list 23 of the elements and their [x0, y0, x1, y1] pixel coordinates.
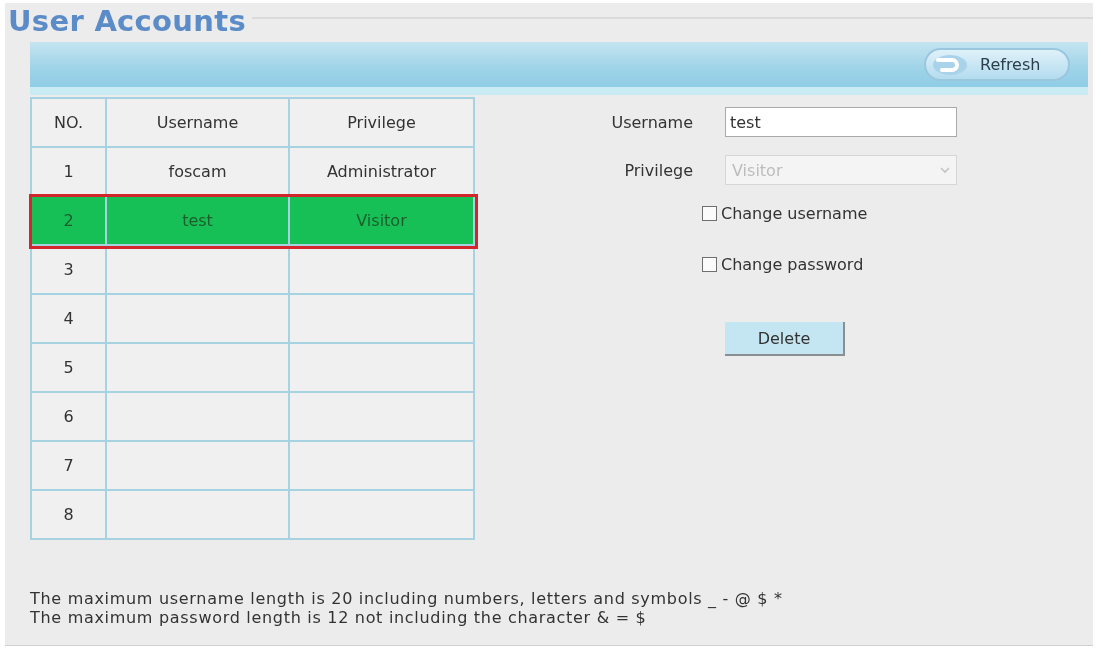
note-text: The maximum password length is 12 not including the character & = $: [30, 608, 647, 627]
table-cell: test: [107, 197, 290, 246]
table-row[interactable]: 3: [32, 246, 475, 295]
refresh-button[interactable]: Refresh: [924, 48, 1070, 81]
table-row[interactable]: 5: [32, 344, 475, 393]
table-row[interactable]: 8: [32, 491, 475, 540]
checkbox[interactable]: [702, 256, 717, 272]
page-title: User Accounts: [8, 4, 246, 38]
table-cell: 2: [32, 197, 107, 246]
table-cell: 8: [32, 491, 107, 540]
checkbox[interactable]: [702, 205, 717, 221]
table-row[interactable]: 1 foscam Administrator: [32, 148, 475, 197]
note-text: The maximum username length is 20 including numbers, letters and symbols _ - @ $ *: [30, 589, 783, 608]
delete-button[interactable]: Delete: [725, 322, 845, 356]
checkbox-label: Change password: [721, 254, 864, 274]
table-row[interactable]: 4: [32, 295, 475, 344]
field-label: Privilege: [623, 160, 693, 180]
field-label: Username: [610, 112, 693, 132]
table-row[interactable]: 6: [32, 393, 475, 442]
table-row[interactable]: 7: [32, 442, 475, 491]
text-field[interactable]: test: [725, 107, 957, 137]
table-cell: Visitor: [290, 197, 475, 246]
checkbox-label: Change username: [721, 203, 868, 223]
